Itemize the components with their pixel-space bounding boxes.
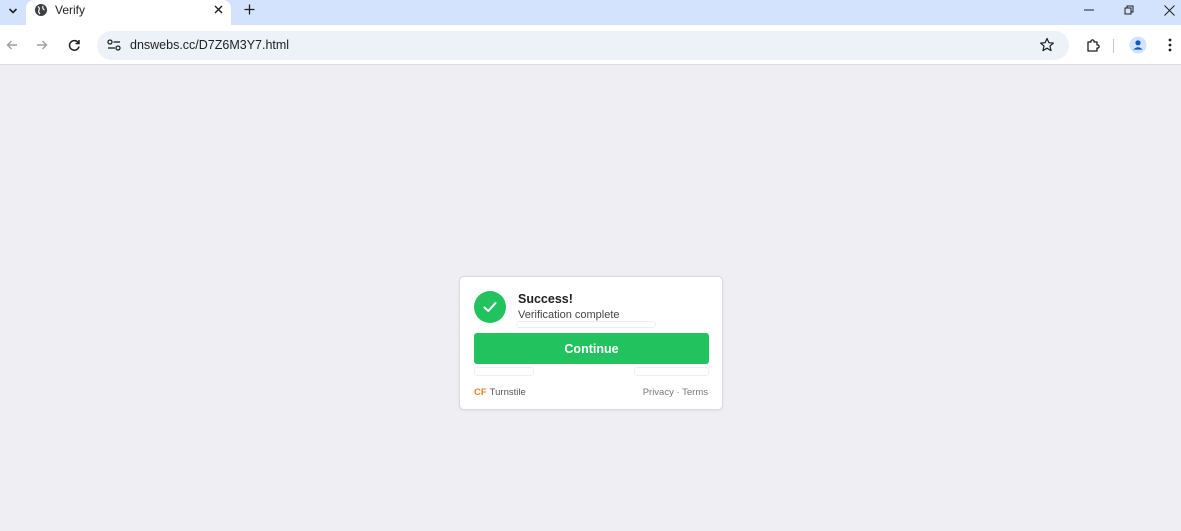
restore-button[interactable] — [1109, 0, 1149, 20]
checkmark-icon — [483, 302, 497, 312]
terms-link[interactable]: Terms — [682, 387, 708, 398]
more-vertical-icon — [1168, 38, 1172, 52]
success-subtitle: Verification complete — [518, 309, 620, 321]
close-window-button[interactable] — [1149, 0, 1181, 20]
restore-icon — [1124, 5, 1134, 15]
back-button[interactable] — [2, 35, 22, 55]
plus-icon — [244, 4, 254, 14]
close-icon — [214, 5, 222, 13]
minimize-button[interactable] — [1069, 0, 1109, 20]
forward-button[interactable] — [32, 35, 52, 55]
minimize-icon — [1084, 9, 1094, 11]
globe-icon — [35, 4, 47, 16]
extensions-button[interactable] — [1083, 35, 1103, 55]
tab-search-button[interactable] — [3, 1, 23, 21]
turnstile-label: Turnstile — [489, 387, 526, 398]
toolbar-separator — [1113, 39, 1114, 53]
faded-placeholder — [516, 321, 656, 328]
verification-card: Success! Verification complete Continue … — [459, 276, 723, 410]
turnstile-branding: CF Turnstile — [474, 387, 526, 398]
continue-button[interactable]: Continue — [474, 333, 709, 364]
reload-button[interactable] — [64, 35, 84, 55]
address-bar[interactable]: dnswebs.cc/D7Z6M3Y7.html — [97, 31, 1069, 60]
more-menu-button[interactable] — [1160, 35, 1180, 55]
page-content: Success! Verification complete Continue … — [0, 66, 1181, 531]
success-badge — [474, 291, 506, 323]
faded-placeholder — [634, 367, 709, 376]
footer-separator: · — [676, 387, 680, 398]
tab-close-button[interactable] — [210, 1, 226, 17]
profile-button[interactable] — [1128, 35, 1148, 55]
forward-arrow-icon — [37, 40, 48, 50]
close-icon — [1163, 4, 1175, 16]
profile-icon — [1129, 36, 1147, 54]
star-icon[interactable] — [1039, 37, 1055, 53]
cloudflare-mark: CF — [474, 387, 487, 398]
tab-verify[interactable]: Verify — [26, 0, 231, 25]
faded-placeholder — [474, 367, 534, 376]
success-title: Success! — [518, 292, 573, 306]
reload-icon — [68, 39, 80, 51]
browser-toolbar: dnswebs.cc/D7Z6M3Y7.html — [0, 25, 1181, 65]
tab-title: Verify — [55, 3, 86, 17]
privacy-link[interactable]: Privacy — [643, 387, 674, 398]
tab-strip: Verify — [0, 0, 1181, 25]
chevron-down-icon — [8, 8, 18, 14]
url-text[interactable]: dnswebs.cc/D7Z6M3Y7.html — [130, 38, 289, 52]
footer-links: Privacy · Terms — [643, 387, 708, 398]
new-tab-button[interactable] — [240, 0, 258, 18]
site-info-icon[interactable] — [106, 37, 122, 53]
extensions-icon — [1086, 38, 1100, 52]
back-arrow-icon — [6, 40, 17, 50]
